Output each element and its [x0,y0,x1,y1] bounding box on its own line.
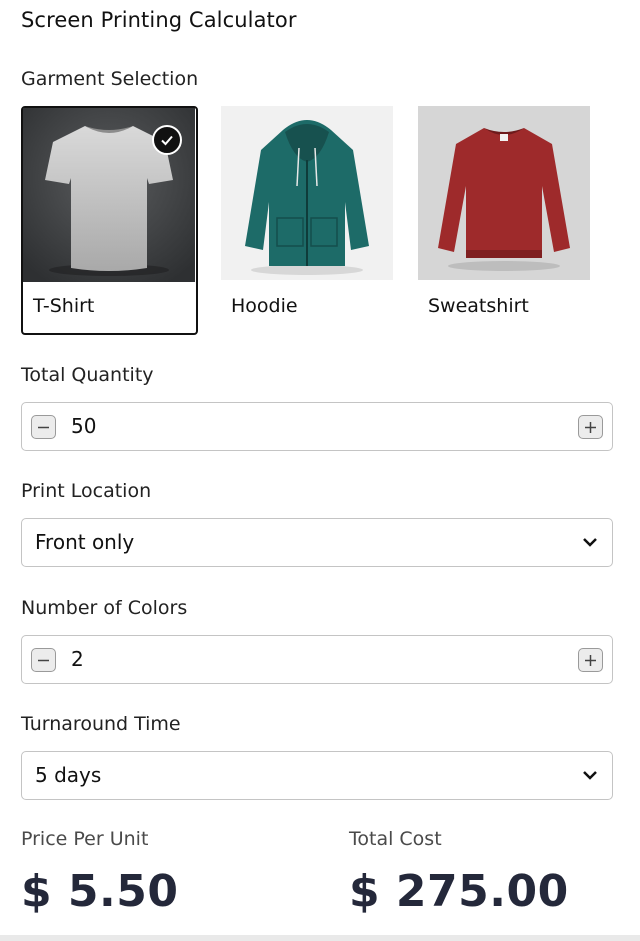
chevron-down-icon [583,771,597,780]
turnaround-label: Turnaround Time [21,713,181,735]
print-location-label: Print Location [21,480,152,502]
calculator-page: Screen Printing Calculator Garment Selec… [0,0,640,941]
garment-option-hoodie[interactable]: Hoodie [221,106,398,335]
garment-name: Sweatshirt [428,295,529,317]
quantity-value[interactable]: 50 [71,414,96,438]
garment-name: T-Shirt [33,295,95,317]
turnaround-select[interactable]: 5 days [21,751,613,800]
colors-label: Number of Colors [21,597,188,619]
garment-option-tshirt[interactable]: T-Shirt [21,106,198,335]
minus-icon[interactable] [31,648,56,672]
total-cost-value: $ 275.00 [349,866,569,917]
sweatshirt-image [418,106,595,280]
price-per-unit-label: Price Per Unit [21,828,149,850]
quantity-label: Total Quantity [21,364,154,386]
turnaround-value: 5 days [35,763,102,787]
print-location-select[interactable]: Front only [21,518,613,567]
hoodie-image [221,106,398,280]
bottom-divider [0,935,640,941]
price-per-unit-value: $ 5.50 [21,866,179,917]
colors-value[interactable]: 2 [71,647,84,671]
page-title: Screen Printing Calculator [21,8,297,32]
plus-icon[interactable] [578,648,603,672]
garment-name: Hoodie [231,295,298,317]
plus-icon[interactable] [578,415,603,439]
print-location-value: Front only [35,530,135,554]
checkmark-icon [152,125,182,155]
minus-icon[interactable] [31,415,56,439]
garment-option-sweatshirt[interactable]: Sweatshirt [418,106,595,335]
colors-stepper[interactable]: 2 [21,635,613,684]
total-cost-label: Total Cost [349,828,442,850]
garment-selection-label: Garment Selection [21,68,199,90]
chevron-down-icon [583,538,597,547]
quantity-stepper[interactable]: 50 [21,402,613,451]
